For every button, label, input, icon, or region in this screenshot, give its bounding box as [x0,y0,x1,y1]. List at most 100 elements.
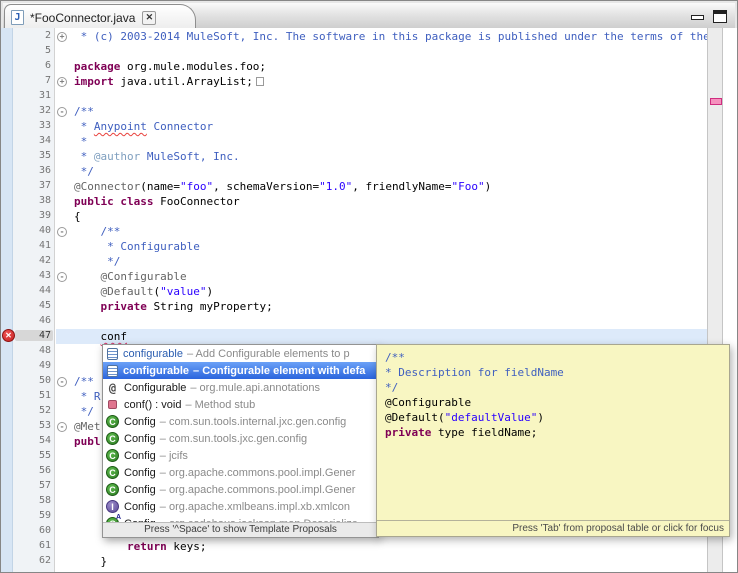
code-line[interactable]: 45 private String myProperty; [1,299,707,314]
code-line[interactable]: 43- @Configurable [1,269,707,284]
completion-item[interactable]: CConfig– jcifs [103,447,378,464]
code-line[interactable]: 44 @Default("value") [1,284,707,299]
completion-item-description: – org.apache.xmlbeans.impl.xb.xmlcon [160,501,350,513]
code-text: { [74,210,81,223]
java-file-icon: J [11,10,24,25]
code-line[interactable]: 2+ * (c) 2003-2014 MuleSoft, Inc. The so… [1,29,707,44]
code-token: /** [74,105,94,118]
completion-item-name: Config [124,450,156,462]
code-text: package org.mule.modules.foo; [74,60,266,73]
line-number: 58 [13,495,51,506]
code-token: public [74,195,114,208]
completion-item-description: – jcifs [160,450,188,462]
line-number: 39 [13,210,51,221]
code-line[interactable]: 7+import java.util.ArrayList; [1,74,707,89]
code-line[interactable]: 38public class FooConnector [1,194,707,209]
code-token: @Default( [385,411,445,424]
fold-expanded-icon[interactable]: - [57,227,67,237]
line-number: 44 [13,285,51,296]
annotation-icon: @ [106,381,119,394]
code-token: MuleSoft, Inc. [140,150,239,163]
code-token: */ [74,165,94,178]
line-number: 52 [13,405,51,416]
code-line[interactable]: 39 { [1,209,707,224]
code-text: @Met [74,420,101,433]
fold-expanded-icon[interactable]: - [57,377,67,387]
completion-item[interactable]: configurable– Add Configurable elements … [103,345,378,362]
code-line[interactable]: 37@Connector(name="foo", schemaVersion="… [1,179,707,194]
code-line[interactable]: 35 * @author MuleSoft, Inc. [1,149,707,164]
line-number: 49 [13,360,51,371]
maximize-icon[interactable] [713,10,727,23]
completion-item[interactable]: CConfig– com.sun.tools.internal.jxc.gen.… [103,413,378,430]
code-line[interactable]: 5 [1,44,707,59]
code-line[interactable]: 32-/** [1,104,707,119]
completion-item-description: – com.sun.tools.jxc.gen.config [160,433,307,445]
occurrence-marker[interactable] [710,98,722,105]
code-line[interactable]: ✕47 conf [1,329,707,344]
completion-item[interactable]: IConfig– org.apache.xmlbeans.impl.xb.xml… [103,498,378,515]
fold-expanded-icon[interactable]: - [57,422,67,432]
code-token: @author [94,150,140,163]
preview-code-line: /** [385,350,727,365]
code-line[interactable]: 42 */ [1,254,707,269]
code-text: /** [74,225,120,238]
line-number: 6 [13,60,51,71]
completion-item[interactable]: conf() : void– Method stub [103,396,378,413]
code-token: FooConnector [154,195,240,208]
code-token: ) [485,180,492,193]
fold-expanded-icon[interactable]: - [57,272,67,282]
completion-item-name: Config [124,467,156,479]
code-line[interactable]: 62 } [1,554,707,569]
code-line[interactable]: 40- /** [1,224,707,239]
code-line[interactable]: 31 [1,89,707,104]
completion-item[interactable]: CAConfig– org.codehaus.jackson.map.Deser… [103,515,378,522]
code-token: } [74,555,107,568]
error-marker-icon[interactable]: ✕ [2,329,15,342]
code-token: @Connector [74,180,140,193]
code-token: { [74,210,81,223]
code-token: * [74,135,87,148]
line-number: 2 [13,30,51,41]
code-line[interactable]: 36 */ [1,164,707,179]
completion-item[interactable]: configurable– Configurable element with … [103,362,378,379]
fold-expanded-icon[interactable]: - [57,107,67,117]
code-text: @Default("value") [74,285,213,298]
completion-item[interactable]: CConfig– org.apache.commons.pool.impl.Ge… [103,481,378,498]
code-line[interactable]: 6 package org.mule.modules.foo; [1,59,707,74]
template-preview-popup[interactable]: /*** Description for fieldName*/@Configu… [376,344,730,537]
code-token: conf [101,330,128,343]
completion-item-name: Config [124,416,156,428]
line-number: 43 [13,270,51,281]
code-line[interactable]: 61 return keys; [1,539,707,554]
line-number: 55 [13,450,51,461]
line-number: 54 [13,435,51,446]
editor-content: 2+ * (c) 2003-2014 MuleSoft, Inc. The so… [1,28,737,572]
code-line[interactable]: 46 [1,314,707,329]
code-line[interactable]: 41 * Configurable [1,239,707,254]
code-token: * Description for fieldName [385,366,564,379]
code-text: conf [74,330,127,343]
code-text: * R [74,390,101,403]
preview-code-line: private type fieldName; [385,425,727,440]
preview-code-line: */ [385,380,727,395]
code-text: return keys; [74,540,206,553]
completion-item-name: Config [124,501,156,513]
minimize-icon[interactable] [691,15,704,20]
fold-collapsed-icon[interactable]: + [57,32,67,42]
code-line[interactable]: 33 * Anypoint Connector [1,119,707,134]
completion-item[interactable]: @Configurable– org.mule.api.annotations [103,379,378,396]
completion-item[interactable]: CConfig– com.sun.tools.jxc.gen.config [103,430,378,447]
collapsed-region-box[interactable] [256,77,264,86]
completion-item[interactable]: CConfig– org.apache.commons.pool.impl.Ge… [103,464,378,481]
code-token: "Foo" [452,180,485,193]
tab-fooconnector[interactable]: J *FooConnector.java ✕ [4,4,196,30]
class-icon: C [106,415,119,428]
code-text: * Configurable [74,240,200,253]
fold-collapsed-icon[interactable]: + [57,77,67,87]
tab-close-button[interactable]: ✕ [142,11,156,25]
code-line[interactable]: 34 * [1,134,707,149]
line-number: 48 [13,345,51,356]
code-text: /** [74,375,94,388]
line-number: 46 [13,315,51,326]
